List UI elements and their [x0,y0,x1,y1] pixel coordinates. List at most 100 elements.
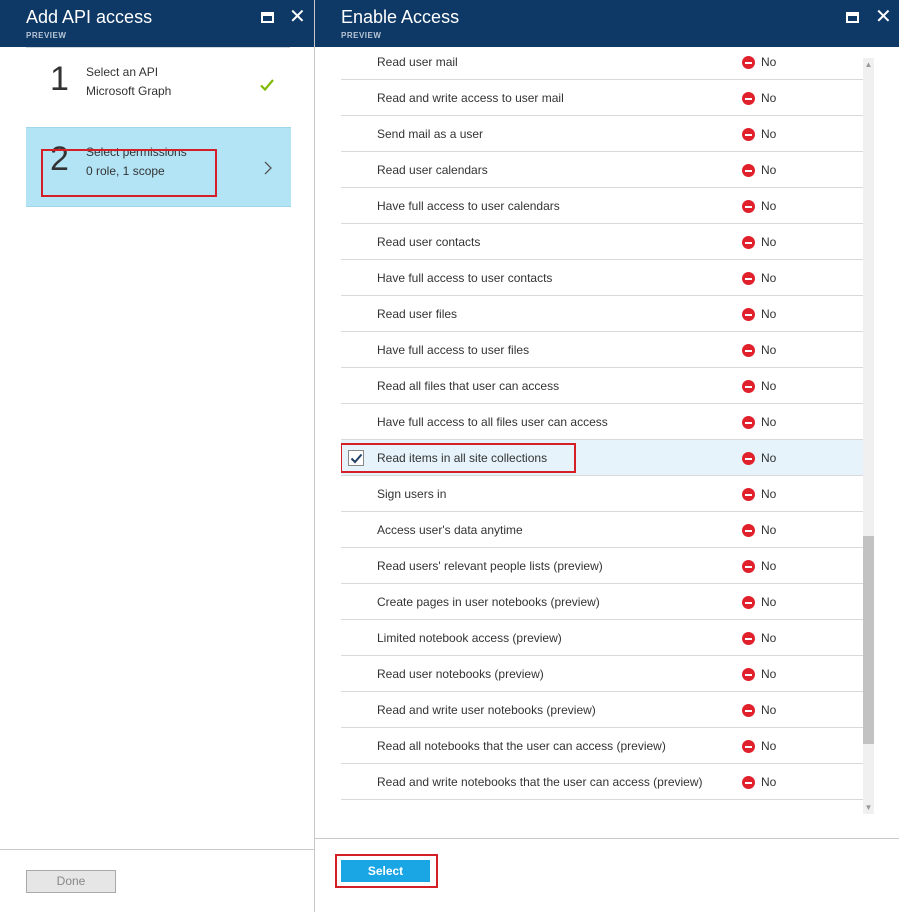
permission-row[interactable]: Read user mail No [341,44,864,80]
admin-required-value: No [761,415,777,429]
no-entry-icon [742,56,755,69]
close-icon[interactable]: ✕ [289,7,307,27]
blade-header: Add API access PREVIEW ✕ [0,0,314,47]
permission-row[interactable]: Read user notebooks (preview) No [341,656,864,692]
admin-required-value: No [761,451,777,465]
no-entry-icon [742,560,755,573]
add-api-access-blade: Add API access PREVIEW ✕ 1 Select an API… [0,0,315,912]
no-entry-icon [742,200,755,213]
permission-label: Have full access to user calendars [377,199,560,213]
permission-label: Read user calendars [377,163,488,177]
permission-label: Read users' relevant people lists (previ… [377,559,603,573]
permission-row[interactable]: Send mail as a user No [341,116,864,152]
blade-title: Enable Access [341,7,460,27]
permission-row[interactable]: Have full access to all files user can a… [341,404,864,440]
scroll-thumb[interactable] [863,536,874,744]
admin-required-value: No [761,559,777,573]
permission-row[interactable]: Read user files No [341,296,864,332]
no-entry-icon [742,776,755,789]
chevron-right-icon [264,161,272,175]
permission-row[interactable]: Read and write notebooks that the user c… [341,764,864,800]
permission-label: Read and write user notebooks (preview) [377,703,596,717]
admin-required-value: No [761,307,777,321]
permissions-list: Read user mail No Read and write access to… [341,44,864,814]
admin-required-value: No [761,343,777,357]
permission-label: Have full access to all files user can a… [377,415,608,429]
permission-row[interactable]: Read and write user notebooks (preview) N… [341,692,864,728]
step-detail: Microsoft Graph [86,84,172,98]
no-entry-icon [742,632,755,645]
admin-required-value: No [761,703,777,717]
no-entry-icon [742,344,755,357]
maximize-icon[interactable] [844,9,862,27]
maximize-icon[interactable] [259,9,277,27]
permission-row[interactable]: Read user contacts No [341,224,864,260]
admin-required-value: No [761,127,777,141]
checkmark-icon [260,79,274,92]
permission-label: Send mail as a user [377,127,484,141]
no-entry-icon [742,164,755,177]
blade-subtitle: PREVIEW [26,31,67,40]
no-entry-icon [742,488,755,501]
no-entry-icon [742,740,755,753]
step-number: 1 [50,60,69,98]
blade-header: Enable Access PREVIEW ✕ [315,0,899,47]
permission-row[interactable]: Limited notebook access (preview) No [341,620,864,656]
admin-required-value: No [761,595,777,609]
permission-label: Read user contacts [377,235,481,249]
permission-label: Sign users in [377,487,447,501]
step-select-permissions[interactable]: 2 Select permissions 0 role, 1 scope [26,127,291,207]
no-entry-icon [742,236,755,249]
divider [0,849,314,850]
permission-row[interactable]: Create pages in user notebooks (preview)… [341,584,864,620]
permission-row[interactable]: Read items in all site collections No [341,440,864,476]
permission-row[interactable]: Access user's data anytime No [341,512,864,548]
admin-required-value: No [761,631,777,645]
blade-subtitle: PREVIEW [341,31,382,40]
permission-row[interactable]: Have full access to user contacts No [341,260,864,296]
permission-label: Limited notebook access (preview) [377,631,562,645]
permission-row[interactable]: Read users' relevant people lists (previ… [341,548,864,584]
permission-label: Read all notebooks that the user can acc… [377,739,666,753]
no-entry-icon [742,272,755,285]
scroll-up-icon[interactable]: ▲ [864,60,873,69]
permission-row[interactable]: Read all notebooks that the user can acc… [341,728,864,764]
no-entry-icon [742,308,755,321]
close-icon[interactable]: ✕ [875,7,893,27]
no-entry-icon [742,596,755,609]
done-button[interactable]: Done [26,870,116,893]
enable-access-blade: Enable Access PREVIEW ✕ Read user mail No… [315,0,899,912]
permission-row[interactable]: Read all files that user can access No [341,368,864,404]
no-entry-icon [742,452,755,465]
divider [315,838,899,839]
permission-label: Have full access to user contacts [377,271,553,285]
permission-row[interactable]: Have full access to user calendars No [341,188,864,224]
scrollbar[interactable]: ▲ ▼ [863,58,874,814]
admin-required-value: No [761,271,777,285]
permission-label: Read user files [377,307,458,321]
admin-required-value: No [761,199,777,213]
permission-row[interactable]: Read and write access to user mail No [341,80,864,116]
permission-label: Read user mail [377,55,458,69]
permission-row[interactable]: Have full access to user files No [341,332,864,368]
admin-required-value: No [761,379,777,393]
permission-row[interactable]: Read user calendars No [341,152,864,188]
no-entry-icon [742,524,755,537]
blade-title: Add API access [26,7,153,27]
permission-row[interactable]: Sign users in No [341,476,864,512]
admin-required-value: No [761,523,777,537]
admin-required-value: No [761,163,777,177]
scroll-down-icon[interactable]: ▼ [864,803,873,812]
permission-label: Read items in all site collections [377,451,548,465]
step-title: Select an API [86,65,159,79]
permission-label: Have full access to user files [377,343,530,357]
permission-label: Create pages in user notebooks (preview) [377,595,600,609]
step-select-api[interactable]: 1 Select an API Microsoft Graph [26,48,291,128]
admin-required-value: No [761,775,777,789]
admin-required-value: No [761,667,777,681]
no-entry-icon [742,416,755,429]
admin-required-value: No [761,55,777,69]
permission-label: Read and write access to user mail [377,91,564,105]
admin-required-value: No [761,91,777,105]
permission-label: Read and write notebooks that the user c… [377,775,703,789]
